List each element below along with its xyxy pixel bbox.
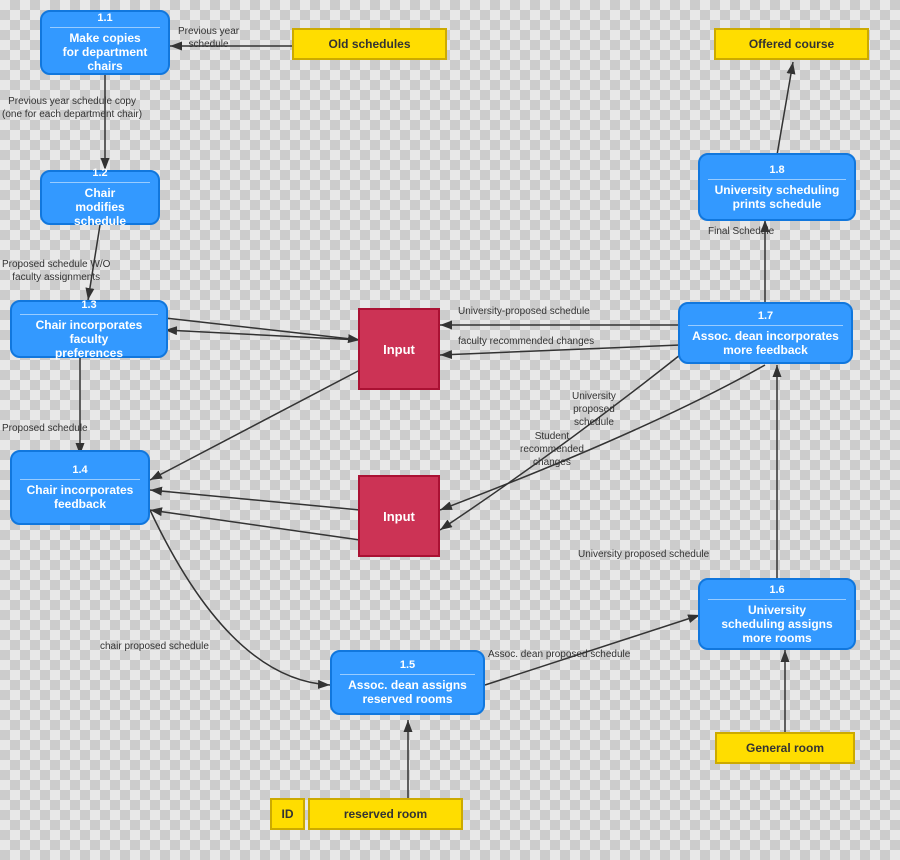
label-proposed: Proposed schedule [2,422,88,435]
node-1-5: 1.5 Assoc. dean assignsreserved rooms [330,650,485,715]
node-1-8: 1.8 University schedulingprints schedule [698,153,856,221]
label-faculty-rec: faculty recommended changes [458,335,594,348]
label-univ-proposed3: University proposed schedule [578,548,709,561]
node-1-7: 1.7 Assoc. dean incorporatesmore feedbac… [678,302,853,364]
input-node-2: Input [358,475,440,557]
label-proposed-wo: Proposed schedule W/Ofaculty assignments [2,258,110,284]
node-1-1: 1.1 Make copiesfor department chairs [40,10,170,75]
label-assoc-proposed: Assoc. dean proposed schedule [488,648,630,661]
label-chair-proposed: chair proposed schedule [100,640,209,653]
label-univ-proposed1: University-proposed schedule [458,305,590,318]
node-1-4: 1.4 Chair incorporatesfeedback [10,450,150,525]
offered-course-node: Offered course [714,28,869,60]
node-1-2: 1.2 Chairmodifies schedule [40,170,160,225]
label-final-schedule: Final Schedule [708,225,774,238]
label-prev-copy: Previous year schedule copy(one for each… [2,95,142,121]
node-1-3: 1.3 Chair incorporates facultypreference… [10,300,168,358]
label-prev-year: Previous yearschedule [178,25,239,51]
id-label-node: ID [270,798,305,830]
input-node-1: Input [358,308,440,390]
label-univ-proposed2: Universityproposedschedule [572,390,616,429]
reserved-room-node: reserved room [308,798,463,830]
general-room-node: General room [715,732,855,764]
old-schedules-node: Old schedules [292,28,447,60]
node-1-6: 1.6 Universityscheduling assignsmore roo… [698,578,856,650]
label-student-rec: Studentrecommendedchanges [520,430,584,469]
